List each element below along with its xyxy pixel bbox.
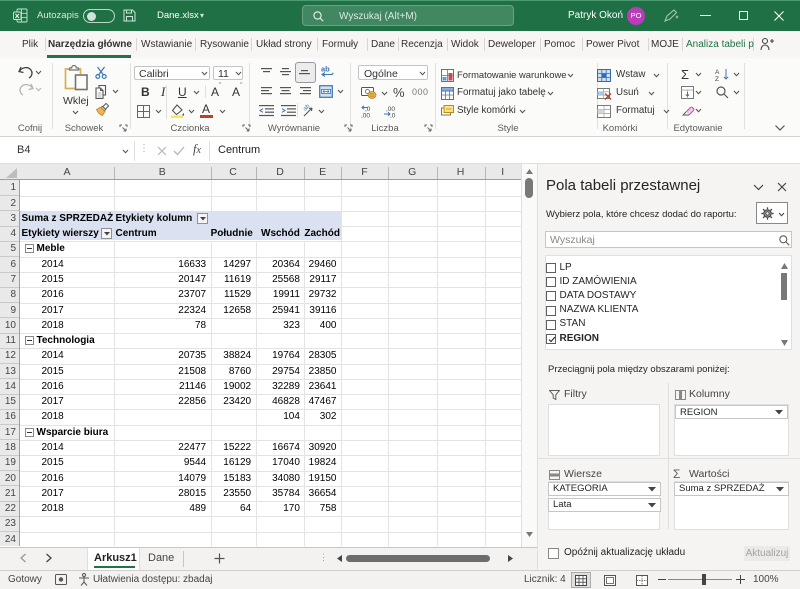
svg-text:,00: ,00 xyxy=(361,113,370,119)
svg-text:ab: ab xyxy=(303,104,312,113)
svg-text:,0: ,0 xyxy=(390,113,396,119)
svg-text:Z: Z xyxy=(715,76,719,81)
svg-text:A: A xyxy=(715,69,720,76)
svg-text:ab: ab xyxy=(321,65,330,74)
